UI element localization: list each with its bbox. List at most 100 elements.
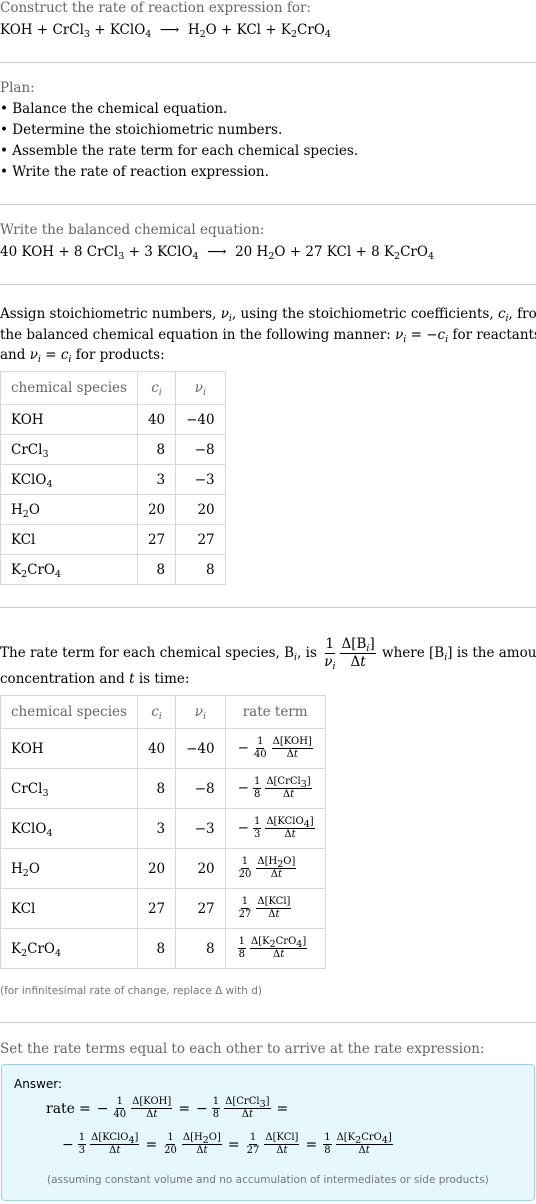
rate-word: rate [46,1100,75,1117]
stoich-number-cell: −8 [175,768,226,809]
stoich-number-cell: 20 [175,848,226,889]
stoich-number-cell: −40 [175,404,226,435]
coefficient-fraction: 1 27 [238,896,252,920]
delta-fraction: Δ[H2O] Δt [181,1132,222,1156]
delta-fraction: Δ[H2O] Δt [256,856,297,880]
stoich-number-cell: 8 [175,554,226,585]
table-row: H2O 20 20 [0,494,226,525]
divider [0,204,536,205]
coefficient-cell: 8 [136,434,177,465]
stoich-intro-line2: the balanced chemical equation in the fo… [0,327,536,345]
rate-term-cell: −1 40 Δ[KOH] Δt [224,728,326,769]
prompt-text: Construct the rate of reaction expressio… [0,0,311,16]
balanced-title: Write the balanced chemical equation: [0,222,265,238]
header-c: ci [136,695,177,729]
coefficient-cell: 40 [136,404,177,435]
stoich-number-cell: 20 [175,494,226,525]
table-row: KCl 27 27 1 27 Δ[KCl] Δt [0,888,326,929]
rate-intro-line2: concentration and t is time: [0,671,190,687]
answer-box: Answer: rate = −1 40 Δ[KOH] Δt = −1 8 Δ[CrCl3] Δt =… [1,1064,535,1201]
coefficient-cell: 40 [136,728,177,769]
table-row: KCl 27 27 [0,524,226,555]
coefficient-fraction: 13 [77,1132,87,1156]
delta-fraction: Δ[KOH] Δt [271,736,313,760]
rate-expression-line1: rate = −1 40 Δ[KOH] Δt = −1 8 Δ[CrCl3] Δt = [46,1096,289,1120]
table-row: KClO4 3 −3 −1 3 Δ[KClO4] Δt [0,808,326,849]
table-row: KOH 40 −40 [0,404,226,435]
table-row: CrCl3 8 −8 −1 8 Δ[CrCl3] Δt [0,768,326,809]
delta-fraction: Δ[CrCl3] Δt [224,1096,271,1120]
delta-fraction: Δ[KCl] Δt [256,896,292,920]
species-cell: KCl [0,888,138,929]
species-cell: H2O [0,494,138,525]
coefficient-cell: 3 [136,464,177,495]
delta-fraction: Δ[K2CrO4] Δt [250,936,308,960]
rate-term-cell: 1 8 Δ[K2CrO4] Δt [224,928,326,969]
stoich-number-cell: 27 [175,524,226,555]
plan-step: • Balance the chemical equation. [0,101,228,117]
stoich-number-cell: −3 [175,808,226,849]
header-species: chemical species [0,695,138,729]
final-title: Set the rate terms equal to each other t… [0,1041,485,1057]
table-header-row: chemical species ci νi [0,371,226,405]
coefficient-fraction: 13 [252,816,262,840]
plan-title: Plan: [0,80,35,96]
species-cell: KClO4 [0,464,138,495]
plan-step: • Write the rate of reaction expression. [0,164,269,180]
coefficient-fraction: 1 40 [253,736,267,760]
header-rate-term: rate term [224,695,326,729]
coefficient-cell: 8 [136,554,177,585]
header-v: νi [175,695,226,729]
coefficient-cell: 20 [136,494,177,525]
answer-label: Answer: [14,1077,63,1091]
table-row: K2CrO4 8 8 [0,554,226,585]
delta-fraction: Δ[Bi] Δt [340,636,376,670]
coefficient-cell: 8 [136,928,177,969]
rate-intro-line1: The rate term for each chemical species,… [0,636,536,672]
unbalanced-equation: KOH + CrCl3 + KClO4 ⟶ H2O + KCl + K2CrO4 [0,22,331,40]
species-cell: KCl [0,524,138,555]
stoich-number-cell: −40 [175,728,226,769]
stoich-number-cell: 27 [175,888,226,929]
assumption-note: (assuming constant volume and no accumul… [47,1174,489,1186]
divider [0,284,536,285]
stoich-number-cell: −8 [175,434,226,465]
stoich-number-cell: −3 [175,464,226,495]
coefficient-fraction: 1 20 [238,856,252,880]
balanced-equation: 40 KOH + 8 CrCl3 + 3 KClO4 ⟶ 20 H2O + 27… [0,244,434,262]
divider [0,607,536,608]
coefficient-fraction: 18 [252,776,262,800]
coefficient-cell: 27 [136,524,177,555]
coefficient-fraction: 1 27 [246,1132,260,1156]
delta-fraction: Δ[K2CrO4] Δt [335,1132,393,1156]
infinitesimal-note: (for infinitesimal rate of change, repla… [0,985,262,997]
stoich-intro-line3: and νi = ci for products: [0,347,165,365]
coefficient-fraction: 18 [211,1096,221,1120]
rate-term-cell: −1 8 Δ[CrCl3] Δt [224,768,326,809]
stoich-table: chemical species ci νi KOH 40 −40 CrCl3 8… [0,371,226,585]
species-cell: CrCl3 [0,768,138,809]
plan-step: • Assemble the rate term for each chemic… [0,143,359,159]
delta-fraction: Δ[KClO4] Δt [265,816,315,840]
species-cell: KOH [0,728,138,769]
rate-expression-line2: −1 3 Δ[KClO4] Δt = 1 20 Δ[H2O] Δt = 1 27 Δ[KCl] Δt = 1 8… [62,1132,393,1156]
table-row: CrCl3 8 −8 [0,434,226,465]
coefficient-fraction: 1 40 [113,1096,127,1120]
coefficient-cell: 8 [136,768,177,809]
coefficient-fraction: 18 [323,1132,332,1156]
species-cell: CrCl3 [0,434,138,465]
species-cell: KOH [0,404,138,435]
header-species: chemical species [0,371,138,405]
table-row: K2CrO4 8 8 1 8 Δ[K2CrO4] Δt [0,928,326,969]
delta-fraction: Δ[KCl] Δt [264,1132,300,1156]
plan-step: • Determine the stoichiometric numbers. [0,122,283,138]
rate-definition-fraction: 1 νi [324,636,336,672]
species-cell: K2CrO4 [0,928,138,969]
stoich-number-cell: 8 [175,928,226,969]
table-row: H2O 20 20 1 20 Δ[H2O] Δt [0,848,326,889]
header-v: νi [175,371,226,405]
table-row: KOH 40 −40 −1 40 Δ[KOH] Δt [0,728,326,769]
coefficient-fraction: 18 [237,936,246,960]
divider [0,1022,536,1023]
stoich-intro-line1: Assign stoichiometric numbers, νi, using… [0,306,536,324]
